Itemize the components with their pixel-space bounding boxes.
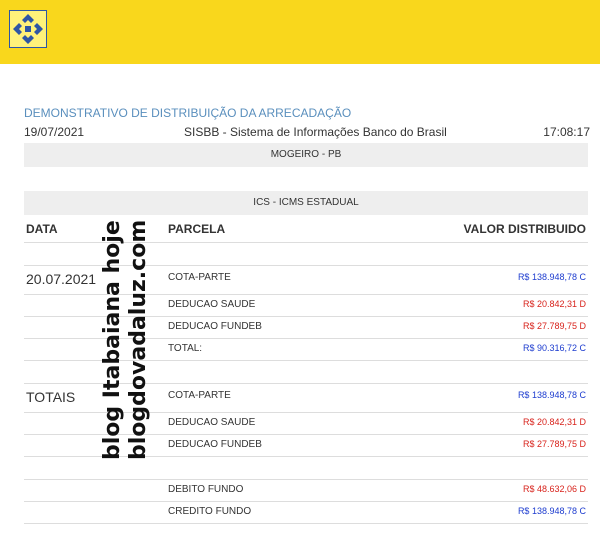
- valor-cell: R$ 138.948,78 C: [517, 272, 586, 282]
- parcela-cell: DEBITO FUNDO: [168, 484, 244, 495]
- parcela-cell: DEDUCAO FUNDEB: [168, 439, 262, 450]
- watermark-line-1: blog Itabaiana hoje: [100, 220, 125, 460]
- tax-type-band: ICS - ICMS ESTADUAL: [24, 191, 588, 215]
- blog-watermark: blog Itabaiana hoje blogdovadaluz.com: [100, 220, 152, 460]
- parcela-cell: TOTAL:: [168, 343, 203, 354]
- table-row: DEBITO FUNDO R$ 48.632,06 D: [24, 479, 588, 501]
- statement-page: DEMONSTRATIVO DE DISTRIBUIÇÃO DA ARRECAD…: [0, 0, 600, 540]
- parcela-cell: DEDUCAO SAUDE: [168, 417, 256, 428]
- document-meta-row: 19/07/2021 SISBB - Sistema de Informaçõe…: [24, 125, 590, 141]
- valor-cell: R$ 27.789,75 D: [522, 439, 586, 449]
- parcela-cell: DEDUCAO SAUDE: [168, 299, 256, 310]
- valor-cell: R$ 27.789,75 D: [522, 321, 586, 331]
- issue-time: 17:08:17: [543, 125, 590, 139]
- divider: [24, 523, 588, 524]
- valor-cell: R$ 138.948,78 C: [517, 506, 586, 516]
- watermark-line-2: blogdovadaluz.com: [126, 219, 151, 460]
- parcela-cell: DEDUCAO FUNDEB: [168, 321, 262, 332]
- brand-header-bar: [0, 0, 600, 64]
- column-header-parcela: PARCELA: [168, 222, 226, 236]
- banco-do-brasil-logo-icon[interactable]: [9, 10, 47, 48]
- document-title: DEMONSTRATIVO DE DISTRIBUIÇÃO DA ARRECAD…: [24, 106, 352, 120]
- valor-cell: R$ 48.632,06 D: [522, 484, 586, 494]
- valor-cell: R$ 20.842,31 D: [522, 299, 586, 309]
- parcela-cell: COTA-PARTE: [168, 272, 231, 283]
- issue-date: 19/07/2021: [24, 125, 85, 139]
- valor-cell: R$ 90.316,72 C: [522, 343, 586, 353]
- column-header-data: DATA: [26, 222, 58, 236]
- parcela-cell: COTA-PARTE: [168, 390, 231, 401]
- table-row: CREDITO FUNDO R$ 138.948,78 C: [24, 501, 588, 523]
- column-header-valor: VALOR DISTRIBUIDO: [463, 222, 586, 236]
- municipality-band: MOGEIRO - PB: [24, 143, 588, 167]
- valor-cell: R$ 20.842,31 D: [522, 417, 586, 427]
- system-name: SISBB - Sistema de Informações Banco do …: [184, 125, 447, 139]
- parcela-cell: CREDITO FUNDO: [168, 506, 252, 517]
- valor-cell: R$ 138.948,78 C: [517, 390, 586, 400]
